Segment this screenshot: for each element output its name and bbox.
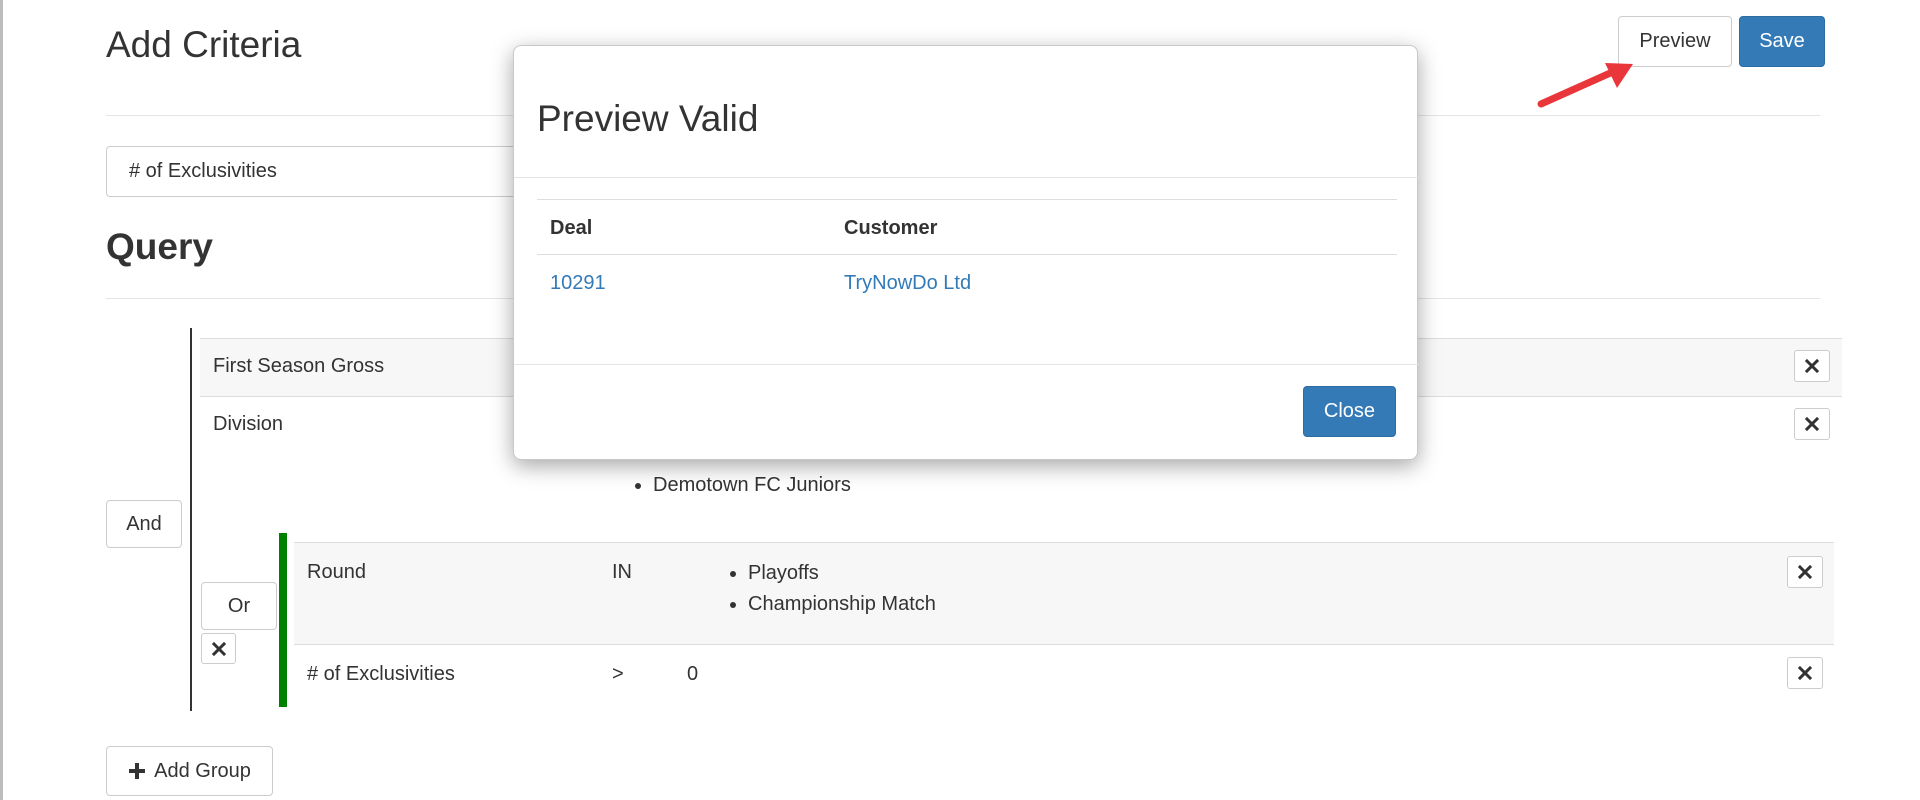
column-header-customer: Customer: [844, 217, 938, 239]
deal-link[interactable]: 10291: [550, 272, 606, 295]
criteria-row-exclusivities: # of Exclusivities > 0: [294, 644, 1834, 706]
or-group-bracket: [279, 533, 287, 707]
modal-footer-divider: [514, 364, 1419, 365]
remove-row-button[interactable]: [1787, 556, 1823, 588]
customer-link[interactable]: TryNowDo Ltd: [844, 272, 971, 295]
and-group-bracket: [190, 328, 192, 711]
red-arrow-icon: [1537, 63, 1633, 108]
close-icon: [1798, 666, 1812, 680]
round-values: Playoffs Championship Match: [728, 558, 936, 620]
remove-row-button[interactable]: [1794, 350, 1830, 382]
page: Add Criteria Preview Save # of Exclusivi…: [0, 0, 1920, 800]
page-title: Add Criteria: [106, 24, 302, 65]
close-button[interactable]: Close: [1303, 386, 1396, 437]
close-icon: [1805, 417, 1819, 431]
row-value: 0: [687, 663, 699, 685]
close-icon: [211, 641, 226, 656]
preview-modal: Preview Valid Deal Customer 10291 TryNow…: [513, 45, 1419, 460]
modal-header-divider: [514, 177, 1419, 178]
add-group-button[interactable]: Add Group: [106, 746, 273, 796]
row-field: Round: [307, 561, 366, 583]
criteria-row-round: Round IN: [294, 542, 1834, 644]
criteria-select[interactable]: # of Exclusivities: [106, 146, 546, 197]
remove-row-button[interactable]: [1787, 657, 1823, 689]
row-field: Division: [213, 413, 284, 435]
add-group-label: Add Group: [154, 759, 251, 782]
division-values: Demotown FC Juniors: [633, 470, 851, 501]
modal-title: Preview Valid: [537, 98, 759, 139]
save-button[interactable]: Save: [1739, 16, 1825, 67]
row-operator: >: [612, 663, 624, 685]
row-field: First Season Gross: [213, 355, 385, 377]
value-item: Demotown FC Juniors: [653, 470, 851, 501]
column-header-deal: Deal: [550, 217, 593, 239]
table-header-border: [537, 254, 1397, 255]
close-icon: [1805, 359, 1819, 373]
value-item: Championship Match: [748, 589, 936, 620]
query-heading: Query: [106, 226, 213, 267]
plus-icon: [129, 763, 146, 779]
row-operator: IN: [612, 561, 632, 583]
close-icon: [1798, 565, 1812, 579]
remove-row-button[interactable]: [1794, 408, 1830, 440]
row-field: # of Exclusivities: [307, 663, 455, 685]
remove-group-button[interactable]: [201, 633, 236, 664]
criteria-select-value: # of Exclusivities: [129, 160, 277, 182]
and-button[interactable]: And: [106, 500, 182, 548]
or-button[interactable]: Or: [201, 582, 277, 630]
table-top-border: [537, 199, 1397, 200]
value-item: Playoffs: [748, 558, 936, 589]
